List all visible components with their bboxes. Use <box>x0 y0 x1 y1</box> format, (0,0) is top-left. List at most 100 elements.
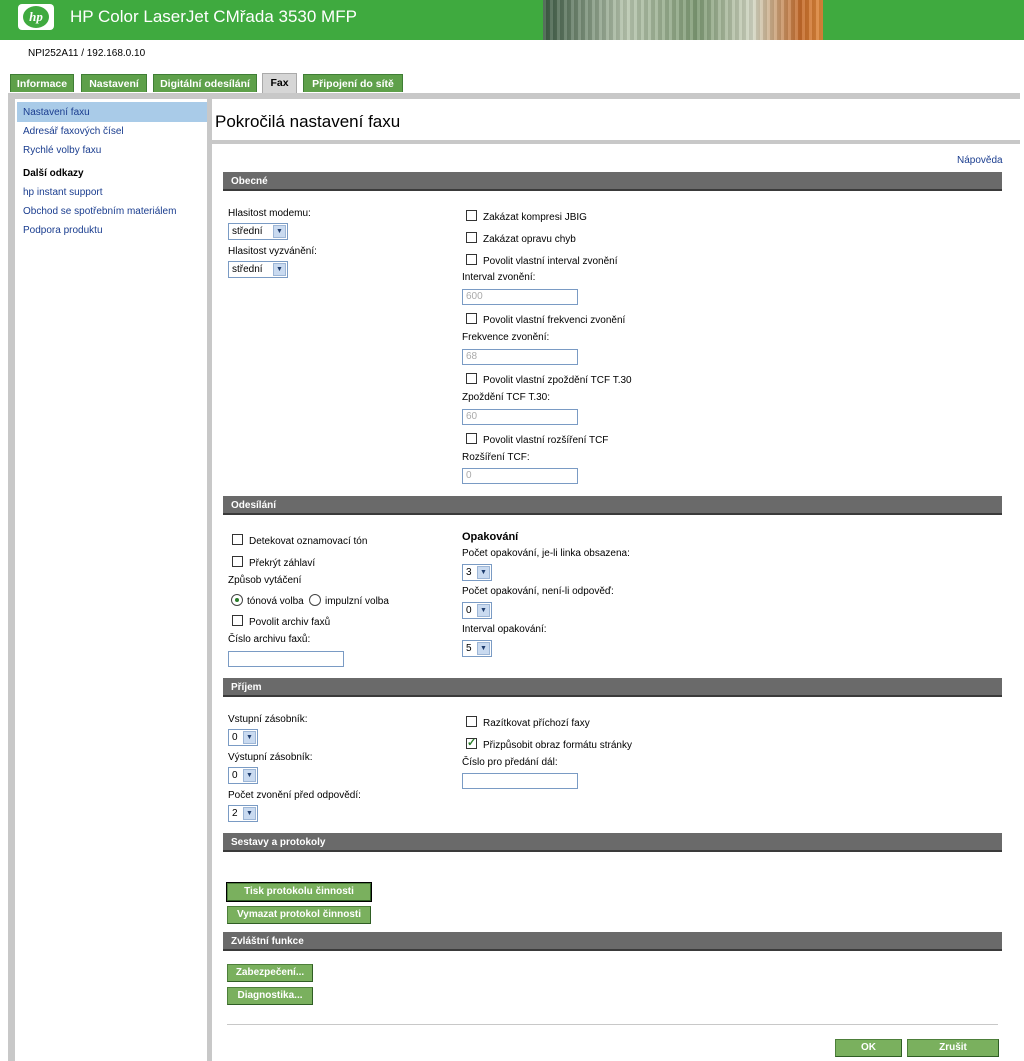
fit-to-page-checkbox[interactable] <box>466 736 477 749</box>
custom-tcf-ext-label: Povolit vlastní rozšíření TCF <box>483 435 609 446</box>
sidebar-other-links-heading: Další odkazy <box>23 168 84 179</box>
hp-logo: hp <box>18 4 54 30</box>
redial-interval-label: Interval opakování: <box>462 624 547 635</box>
page-title: Pokročilá nastavení faxu <box>215 112 401 131</box>
print-log-button[interactable]: Tisk protokolu činnosti <box>226 882 372 902</box>
tcf-ext-label: Rozšíření TCF: <box>462 452 530 463</box>
cancel-button[interactable]: Zrušit <box>907 1039 999 1057</box>
enable-archive-checkbox[interactable] <box>232 615 243 626</box>
tab-digitalni-odesilani[interactable]: Digitální odesílání <box>153 74 257 92</box>
sidebar-link-supplies-store[interactable]: Obchod se spotřebním materiálem <box>23 206 176 217</box>
tab-nastaveni[interactable]: Nastavení <box>81 74 147 92</box>
chevron-down-icon: ▼ <box>273 263 286 276</box>
custom-tcf-delay-label: Povolit vlastní zpoždění TCF T.30 <box>483 375 632 386</box>
footer-divider <box>227 1024 998 1025</box>
section-sending-header: Odesílání <box>223 496 1002 515</box>
chevron-down-icon: ▼ <box>243 769 256 782</box>
custom-ring-freq-checkbox[interactable] <box>466 313 477 324</box>
diagnostics-button[interactable]: Diagnostika... <box>227 987 313 1005</box>
help-link[interactable]: Nápověda <box>957 155 1003 166</box>
sidebar-link-instant-support[interactable]: hp instant support <box>23 187 103 198</box>
redial-heading: Opakování <box>462 531 519 543</box>
chevron-down-icon: ▼ <box>477 604 490 617</box>
archive-number-input[interactable] <box>228 651 344 667</box>
chevron-down-icon: ▼ <box>243 731 256 744</box>
custom-ring-freq-label: Povolit vlastní frekvenci zvonění <box>483 315 626 326</box>
tone-dial-label: tónová volba <box>247 596 304 607</box>
input-tray-label: Vstupní zásobník: <box>228 714 308 725</box>
sidebar-item-rychle-volby[interactable]: Rychlé volby faxu <box>23 145 101 156</box>
header-bar: hp HP Color LaserJet CMřada 3530 MFP <box>0 0 1024 40</box>
custom-ring-interval-checkbox[interactable] <box>466 254 477 265</box>
sidebar-item-nastaveni-faxu[interactable]: Nastavení faxu <box>23 107 90 118</box>
custom-ring-interval-label: Povolit vlastní interval zvonění <box>483 256 618 267</box>
custom-tcf-ext-checkbox[interactable] <box>466 433 477 444</box>
redial-interval-value: 5 <box>466 643 472 654</box>
tab-fax[interactable]: Fax <box>262 73 297 93</box>
pulse-dial-radio[interactable] <box>309 594 321 606</box>
ring-volume-label: Hlasitost vyzvánění: <box>228 246 317 257</box>
disable-jbig-checkbox[interactable] <box>466 210 477 221</box>
tone-dial-radio[interactable] <box>231 594 243 606</box>
title-separator <box>212 140 1020 144</box>
hp-logo-mark: hp <box>23 6 49 28</box>
enable-archive-label: Povolit archiv faxů <box>249 617 331 628</box>
tab-informace[interactable]: Informace <box>10 74 74 92</box>
ring-interval-input[interactable]: 600 <box>462 289 578 305</box>
sidebar-link-product-support[interactable]: Podpora produktu <box>23 225 103 236</box>
redial-busy-value: 3 <box>466 567 472 578</box>
section-reports-header: Sestavy a protokoly <box>223 833 1002 852</box>
clear-log-button[interactable]: Vymazat protokol činnosti <box>227 906 371 924</box>
sidebar-item-adresar[interactable]: Adresář faxových čísel <box>23 126 124 137</box>
disable-jbig-label: Zakázat kompresi JBIG <box>483 212 587 223</box>
redial-busy-label: Počet opakování, je-li linka obsazena: <box>462 548 630 559</box>
rings-label: Počet zvonění před odpovědí: <box>228 790 361 801</box>
ring-interval-label: Interval zvonění: <box>462 272 536 283</box>
forward-number-label: Číslo pro předání dál: <box>462 757 558 768</box>
section-general-header: Obecné <box>223 172 1002 191</box>
ring-volume-select[interactable]: střední ▼ <box>228 261 288 278</box>
input-tray-value: 0 <box>232 732 238 743</box>
dial-mode-label: Způsob vytáčení <box>228 575 302 586</box>
forward-number-input[interactable] <box>462 773 578 789</box>
redial-noanswer-label: Počet opakování, není-li odpověď: <box>462 586 614 597</box>
stamp-faxes-checkbox[interactable] <box>466 716 477 727</box>
header-banner-image <box>543 0 823 40</box>
section-special-header: Zvláštní funkce <box>223 932 1002 951</box>
chevron-down-icon: ▼ <box>477 642 490 655</box>
output-tray-value: 0 <box>232 770 238 781</box>
ok-button[interactable]: OK <box>835 1039 902 1057</box>
rings-value: 2 <box>232 808 238 819</box>
ring-freq-label: Frekvence zvonění: <box>462 332 550 343</box>
overlay-header-checkbox[interactable] <box>232 556 243 567</box>
redial-noanswer-select[interactable]: 0 ▼ <box>462 602 492 619</box>
input-tray-select[interactable]: 0 ▼ <box>228 729 258 746</box>
device-identity: NPI252A11 / 192.168.0.10 <box>28 48 145 59</box>
chevron-down-icon: ▼ <box>273 225 286 238</box>
disable-ecm-checkbox[interactable] <box>466 232 477 243</box>
detect-dial-tone-checkbox[interactable] <box>232 534 243 545</box>
modem-volume-select[interactable]: střední ▼ <box>228 223 288 240</box>
ring-freq-input[interactable]: 68 <box>462 349 578 365</box>
pulse-dial-label: impulzní volba <box>325 596 389 607</box>
ring-volume-value: střední <box>232 264 263 275</box>
rings-select[interactable]: 2 ▼ <box>228 805 258 822</box>
disable-ecm-label: Zakázat opravu chyb <box>483 234 576 245</box>
tab-pripojeni-do-site[interactable]: Připojení do sítě <box>303 74 403 92</box>
custom-tcf-delay-checkbox[interactable] <box>466 373 477 384</box>
device-separator: / <box>81 48 84 59</box>
section-receiving-header: Příjem <box>223 678 1002 697</box>
archive-number-label: Číslo archivu faxů: <box>228 634 311 645</box>
device-ip: 192.168.0.10 <box>86 48 146 59</box>
stamp-faxes-label: Razítkovat příchozí faxy <box>483 718 590 729</box>
tcf-delay-label: Zpoždění TCF T.30: <box>462 392 551 403</box>
output-tray-select[interactable]: 0 ▼ <box>228 767 258 784</box>
device-name: NPI252A11 <box>28 48 79 59</box>
security-button[interactable]: Zabezpečení... <box>227 964 313 982</box>
chevron-down-icon: ▼ <box>477 566 490 579</box>
tcf-delay-input[interactable]: 60 <box>462 409 578 425</box>
tcf-ext-input[interactable]: 0 <box>462 468 578 484</box>
redial-busy-select[interactable]: 3 ▼ <box>462 564 492 581</box>
redial-interval-select[interactable]: 5 ▼ <box>462 640 492 657</box>
fit-to-page-label: Přizpůsobit obraz formátu stránky <box>483 740 632 751</box>
